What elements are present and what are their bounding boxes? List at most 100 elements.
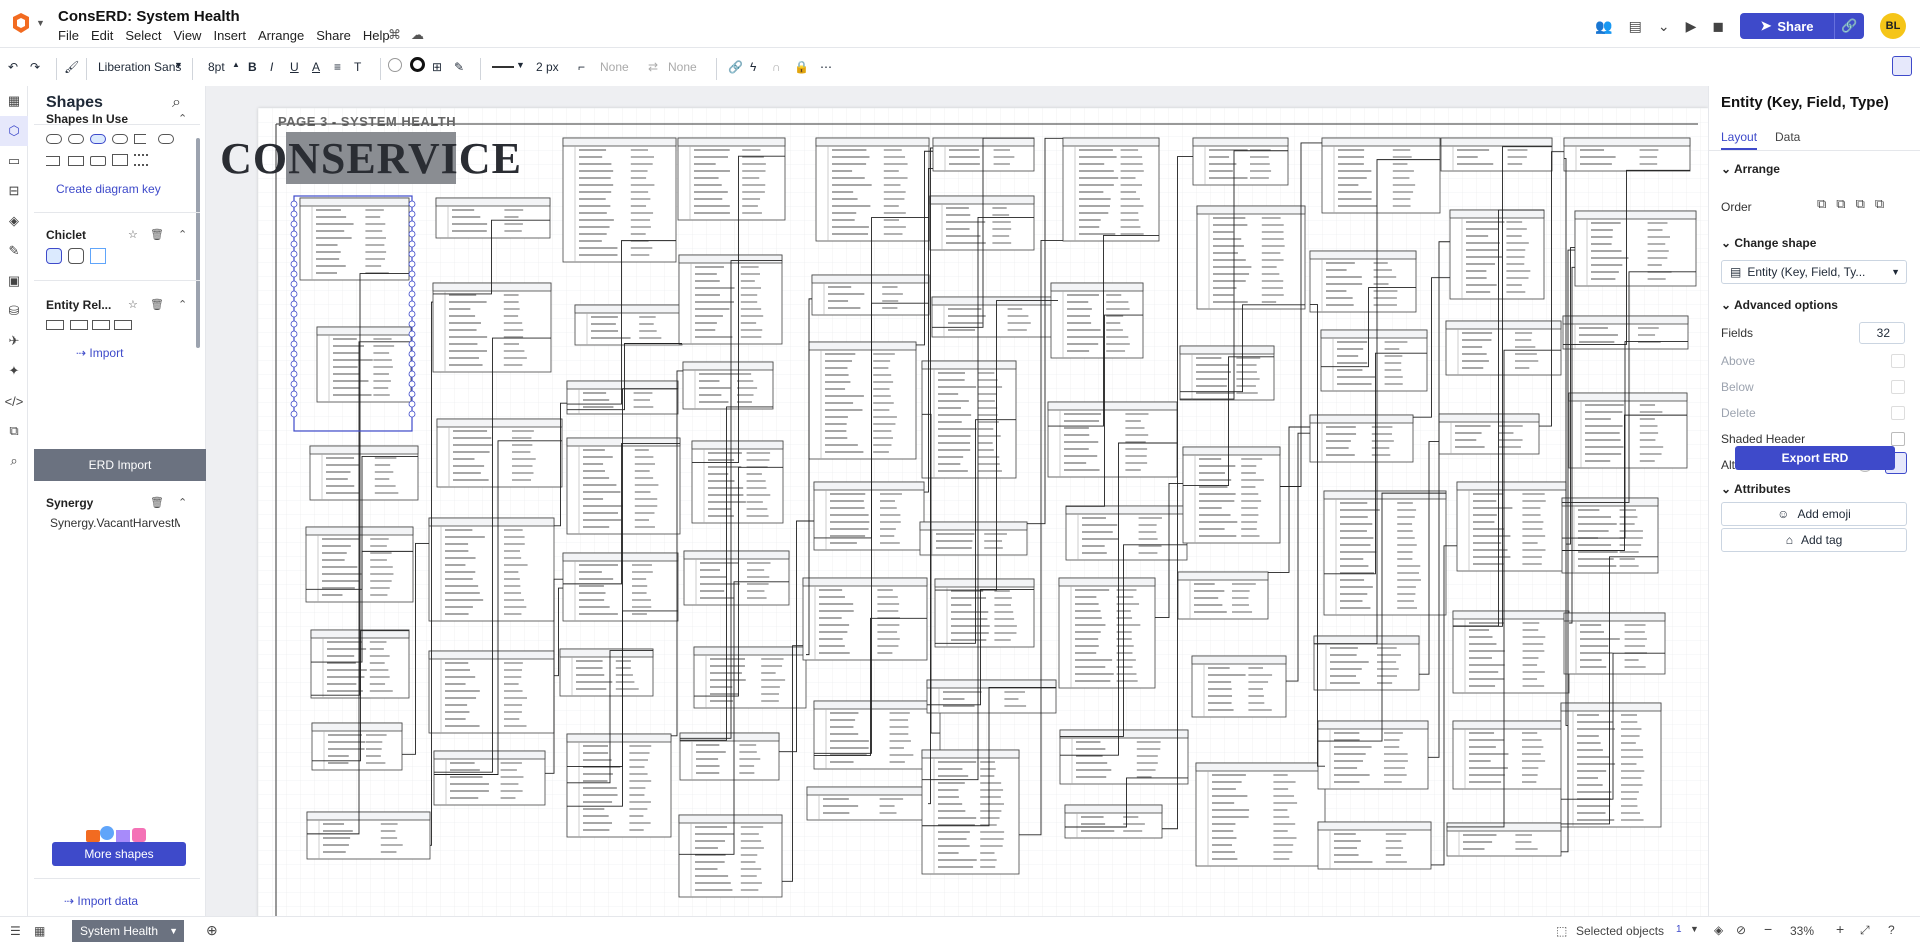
- entity-table[interactable]: [1309, 250, 1417, 313]
- delete-row-icon[interactable]: [1891, 406, 1905, 420]
- action-icon[interactable]: ϟ: [750, 60, 756, 74]
- menu-help[interactable]: Help: [363, 28, 390, 43]
- entity-table[interactable]: [1320, 329, 1428, 392]
- more-options-icon[interactable]: ⋯: [820, 60, 832, 74]
- entity-table[interactable]: [921, 749, 1020, 875]
- import-data-link[interactable]: ⇢ Import data: [64, 894, 138, 908]
- shapes-icon[interactable]: ⬡: [0, 116, 28, 146]
- page-tab-system-health[interactable]: System Health ▼: [72, 920, 184, 942]
- entity-shape[interactable]: [114, 320, 132, 330]
- magic-icon[interactable]: ✦: [0, 356, 28, 386]
- entity-table[interactable]: [1195, 762, 1326, 867]
- send-to-back-icon[interactable]: ⧉: [1875, 196, 1884, 212]
- line-width-select[interactable]: 2 px: [536, 60, 559, 74]
- trash-icon[interactable]: 🗑: [150, 298, 164, 311]
- search-icon[interactable]: ⌕: [172, 94, 181, 112]
- shape-options-icon[interactable]: ⊞: [432, 60, 442, 74]
- app-logo-icon[interactable]: [10, 12, 32, 34]
- connection-point[interactable]: [290, 340, 298, 348]
- entity-table[interactable]: [693, 646, 807, 709]
- entity-table[interactable]: [808, 341, 917, 460]
- connection-point[interactable]: [408, 340, 416, 348]
- star-icon[interactable]: ☆: [128, 228, 138, 241]
- shaded-header-checkbox[interactable]: [1891, 432, 1905, 446]
- connection-point[interactable]: [290, 380, 298, 388]
- section-attributes[interactable]: ⌄ Attributes: [1721, 482, 1791, 496]
- shape-thumbnail[interactable]: [112, 154, 128, 166]
- format-painter-icon[interactable]: 🖌: [64, 60, 79, 74]
- fit-screen-icon[interactable]: ⤢: [1860, 923, 1870, 938]
- entity-table[interactable]: [1191, 655, 1287, 718]
- connection-point[interactable]: [290, 390, 298, 398]
- cloud-saved-icon[interactable]: ☁: [411, 27, 424, 43]
- fields-stepper[interactable]: 32: [1859, 322, 1905, 344]
- feature-find-icon[interactable]: ⌘: [388, 27, 401, 43]
- shape-select[interactable]: ▤ Entity (Key, Field, Ty... ▼: [1721, 260, 1907, 284]
- panel-toggle-icon[interactable]: [1892, 56, 1912, 76]
- section-change-shape[interactable]: ⌄ Change shape: [1721, 236, 1816, 250]
- entity-shape[interactable]: [70, 320, 88, 330]
- launch-icon[interactable]: ✈: [0, 326, 28, 356]
- chevron-down-icon[interactable]: ▼: [1690, 924, 1699, 934]
- entity-table[interactable]: [815, 137, 930, 242]
- connection-point[interactable]: [408, 250, 416, 258]
- pages-icon[interactable]: ▦: [0, 86, 28, 116]
- chiclet-shape[interactable]: [90, 248, 106, 264]
- chiclet-shape[interactable]: [46, 248, 62, 264]
- menu-insert[interactable]: Insert: [213, 28, 246, 43]
- connection-point[interactable]: [408, 320, 416, 328]
- connection-point[interactable]: [290, 270, 298, 278]
- erd-diagram[interactable]: [258, 108, 1708, 916]
- start-arrow-select[interactable]: None: [600, 60, 629, 74]
- connection-point[interactable]: [290, 290, 298, 298]
- menu-share[interactable]: Share: [316, 28, 351, 43]
- video-icon[interactable]: ◼: [1712, 18, 1724, 35]
- add-page-icon[interactable]: ⊕: [206, 922, 218, 939]
- link-icon[interactable]: 🔗: [728, 60, 743, 74]
- chevron-down-icon[interactable]: ⌄: [1658, 18, 1670, 35]
- connection-point[interactable]: [408, 240, 416, 248]
- end-arrow-select[interactable]: None: [668, 60, 697, 74]
- shape-thumbnail[interactable]: [134, 134, 146, 144]
- shape-thumbnail[interactable]: [90, 134, 106, 144]
- connection-point[interactable]: [408, 210, 416, 218]
- selected-objects-label[interactable]: Selected objects: [1576, 924, 1664, 938]
- menu-file[interactable]: File: [58, 28, 79, 43]
- section-synergy[interactable]: Synergy: [46, 496, 93, 510]
- connection-point[interactable]: [408, 260, 416, 268]
- comments-icon[interactable]: ▤: [1629, 18, 1642, 35]
- collaborators-icon[interactable]: 👥: [1595, 18, 1612, 35]
- chevron-up-icon[interactable]: ⌃: [178, 112, 187, 125]
- entity-table[interactable]: [436, 418, 563, 488]
- entity-table[interactable]: [1563, 612, 1666, 675]
- scrollbar[interactable]: [196, 138, 200, 348]
- chevron-down-icon[interactable]: ▼: [516, 60, 525, 70]
- menu-edit[interactable]: Edit: [91, 28, 113, 43]
- list-view-icon[interactable]: ☰: [10, 924, 21, 938]
- lock-icon[interactable]: 🔒: [794, 60, 809, 74]
- trash-icon[interactable]: 🗑: [150, 228, 164, 241]
- bring-forward-icon[interactable]: ⧉: [1836, 196, 1845, 212]
- entity-table[interactable]: [1449, 209, 1545, 300]
- connection-point[interactable]: [408, 350, 416, 358]
- connection-point[interactable]: [408, 370, 416, 378]
- shape-thumbnail[interactable]: [158, 134, 174, 144]
- connection-point[interactable]: [290, 300, 298, 308]
- diagram-canvas[interactable]: PAGE 3 - SYSTEM HEALTH CONSERVICE: [206, 86, 1708, 916]
- align-icon[interactable]: ≡: [334, 60, 341, 74]
- share-button[interactable]: ➤ Share 🔗: [1740, 13, 1864, 39]
- underline-icon[interactable]: U: [290, 60, 299, 74]
- data-icon[interactable]: ⊟: [0, 176, 28, 206]
- tab-layout[interactable]: Layout: [1721, 130, 1758, 150]
- connection-point[interactable]: [290, 210, 298, 218]
- add-below-icon[interactable]: [1891, 380, 1905, 394]
- send-backward-icon[interactable]: ⧉: [1856, 196, 1865, 212]
- shape-thumbnail[interactable]: [134, 154, 148, 166]
- chevron-up-icon[interactable]: ⌃: [178, 496, 187, 509]
- chevron-up-icon[interactable]: ⌃: [178, 228, 187, 241]
- connection-point[interactable]: [408, 300, 416, 308]
- bold-icon[interactable]: B: [248, 60, 257, 74]
- magnet-icon[interactable]: ∩: [772, 60, 781, 74]
- connection-point[interactable]: [408, 270, 416, 278]
- grid-view-icon[interactable]: ▦: [34, 924, 45, 938]
